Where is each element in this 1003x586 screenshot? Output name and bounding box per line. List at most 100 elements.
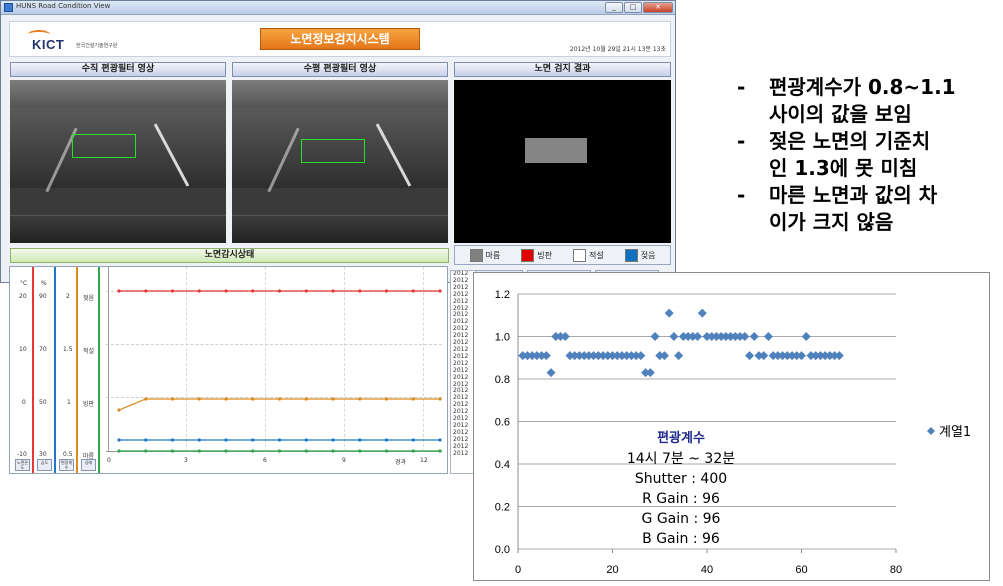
state-tick: 적설 — [83, 348, 95, 355]
legend-item: 젖음 — [624, 248, 656, 262]
monitor-point — [224, 289, 228, 293]
app-header: KICT 한국건설기술연구원 노면정보검지시스템 2012년 10월 29일 2… — [9, 21, 671, 57]
note-line: 이가 크지 않음 — [769, 210, 894, 234]
note-line: 마른 노면과 값의 차 — [769, 183, 938, 207]
data-point — [659, 351, 669, 361]
monitor-point — [197, 449, 201, 453]
y-tick-label: 1.2 — [495, 289, 510, 301]
note-line: 편광계수가 0.8~1.1 — [769, 75, 956, 99]
monitor-point — [358, 438, 362, 442]
data-point — [541, 351, 551, 361]
monitor-point — [117, 408, 121, 412]
legend-item: 마름 — [469, 248, 500, 262]
x-tick: 12 — [420, 457, 428, 464]
monitor-point — [117, 449, 121, 453]
monitor-point — [170, 449, 175, 453]
monitor-point — [197, 438, 201, 442]
legend-item: 빙판 — [521, 248, 552, 262]
close-button[interactable]: ✕ — [643, 2, 673, 13]
state-toggle-button[interactable]: 상태 — [81, 459, 96, 471]
monitor-point — [384, 438, 389, 442]
monitor-point — [251, 397, 255, 401]
x-tick-label: 80 — [890, 564, 902, 576]
legend-label: 빙판 — [537, 250, 552, 260]
polar-toggle-button[interactable]: 편광계수 — [59, 459, 74, 471]
data-point — [697, 308, 707, 318]
x-tick: 3 — [184, 457, 188, 464]
orange-line — [118, 398, 440, 411]
monitor-point — [170, 289, 175, 293]
monitor-plot-area: 0 3 6 9 12 경과 — [106, 267, 446, 473]
monitor-point — [170, 397, 175, 401]
x-tick: 0 — [107, 457, 111, 464]
temp-tick: 10 — [19, 346, 27, 353]
x-tick-label: 40 — [701, 564, 713, 576]
x-unit-label: 경과 — [395, 459, 407, 466]
humidity-tick: 90 — [39, 293, 47, 300]
monitor-point — [197, 289, 201, 293]
monitor-point — [224, 438, 228, 442]
kict-logo: KICT 한국건설기술연구원 — [18, 27, 148, 52]
maximize-button[interactable]: □ — [624, 2, 642, 13]
x-tick-label: 60 — [795, 564, 807, 576]
horizontal-filter-video — [232, 80, 448, 243]
monitor-point — [170, 438, 175, 442]
data-point — [834, 351, 844, 361]
legend-label: 젖음 — [640, 250, 656, 260]
monitoring-graph: °C % 20 90 2 젖음 10 70 1.5 적설 0 50 1 빙판 -… — [9, 266, 448, 474]
monitor-point — [304, 449, 308, 453]
y-tick-label: 0.4 — [495, 459, 510, 471]
note-item: - 편광계수가 0.8~1.1 사이의 값을 보임 — [737, 74, 999, 128]
data-point — [801, 332, 811, 341]
minimize-button[interactable]: _ — [605, 2, 623, 13]
x-tick: 6 — [263, 457, 267, 464]
annotation-line: G Gain : 96 — [642, 511, 721, 527]
monitor-point — [117, 438, 121, 442]
monitor-point — [438, 449, 442, 453]
x-tick-label: 20 — [606, 564, 618, 576]
annotation-title: 편광계수 — [657, 430, 705, 446]
roi-box — [72, 134, 136, 158]
data-point — [797, 351, 806, 361]
datetime-display: 2012년 10월 29일 21시 13분 13초 — [569, 46, 666, 53]
humidity-tick: 70 — [39, 346, 47, 353]
app-icon — [4, 3, 13, 12]
data-point — [740, 332, 750, 341]
monitor-point — [304, 289, 308, 293]
monitor-point — [251, 289, 255, 293]
legend-swatch — [521, 248, 535, 262]
title-bar[interactable]: HUNS Road Condition View _ □ ✕ — [1, 1, 675, 15]
data-point — [745, 351, 755, 361]
data-point — [749, 332, 759, 341]
state-tick: 젖음 — [83, 295, 95, 302]
log-entry[interactable]: 2012 — [451, 450, 475, 458]
temp-toggle-button[interactable]: 노면온도 — [15, 459, 30, 471]
state-axis-line — [98, 267, 100, 473]
y-tick-label: 0.0 — [495, 544, 510, 556]
bullet-dash: - — [737, 129, 746, 153]
monitor-point — [224, 397, 228, 401]
monitor-point — [358, 449, 362, 453]
note-item: - 젖은 노면의 기준치인 1.3에 못 미침 — [737, 128, 999, 182]
data-point — [546, 368, 556, 378]
polar-tick: 0.5 — [63, 451, 73, 458]
polar-tick: 1.5 — [63, 346, 73, 353]
temp-unit: °C — [20, 280, 28, 287]
monitor-point — [251, 449, 255, 453]
data-point — [645, 368, 655, 378]
monitor-point — [331, 438, 335, 442]
x-tick: 9 — [342, 457, 346, 464]
monitor-point — [277, 289, 282, 293]
monitor-point — [438, 438, 442, 442]
data-point — [763, 332, 773, 341]
monitor-point — [331, 289, 335, 293]
humidity-unit: % — [41, 280, 47, 287]
x-tick-label: 0 — [515, 564, 521, 576]
humidity-tick: 50 — [39, 399, 47, 406]
humidity-toggle-button[interactable]: 습도 — [37, 459, 52, 471]
bullet-dash: - — [737, 75, 746, 99]
logo-subtitle: 한국건설기술연구원 — [76, 43, 118, 49]
note-line: 인 1.3에 못 미침 — [769, 156, 918, 180]
note-line: 젖은 노면의 기준치 — [769, 129, 931, 153]
legend-item: 적설 — [573, 248, 604, 262]
